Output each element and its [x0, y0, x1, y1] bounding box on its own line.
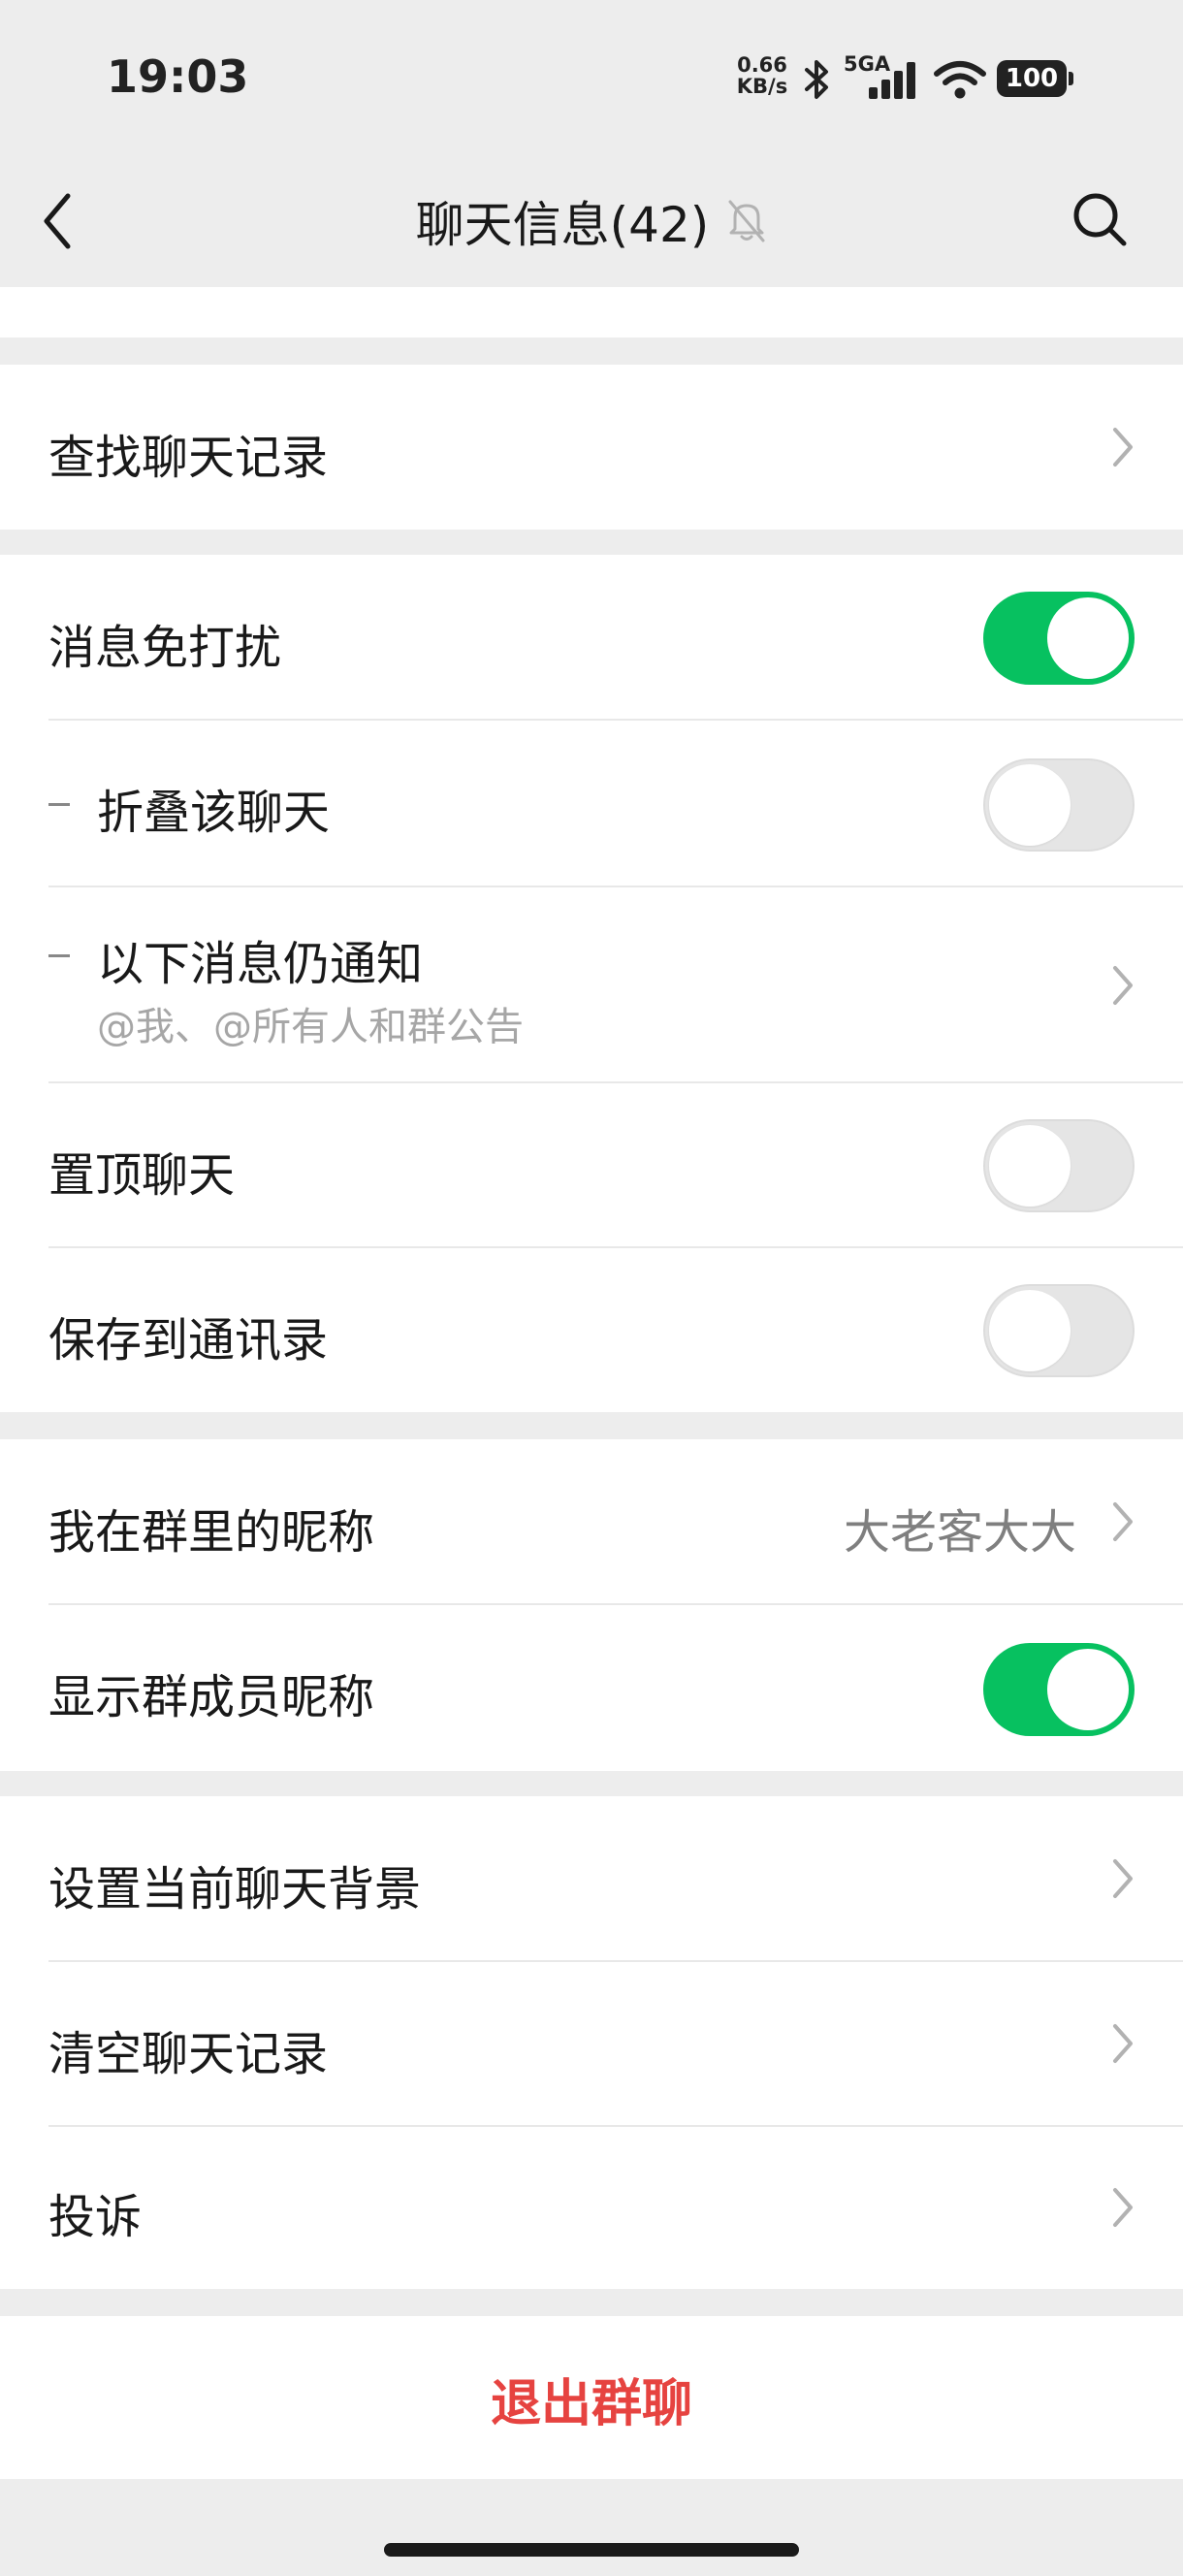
chevron-right-icon	[1113, 2024, 1133, 2063]
search-section: 查找聊天记录	[0, 365, 1183, 530]
report-row[interactable]: 投诉	[0, 2126, 1183, 2289]
actions-section: 设置当前聊天背景 清空聊天记录 投诉	[0, 1796, 1183, 2289]
chat-background-label: 设置当前聊天背景	[48, 1862, 422, 1916]
toggle-knob	[1047, 1649, 1129, 1730]
exit-group-button[interactable]: 退出群聊	[0, 2363, 1183, 2435]
show-member-names-row: 显示群成员昵称	[0, 1604, 1183, 1771]
fold-chat-toggle[interactable]	[983, 758, 1135, 852]
fold-chat-row: 折叠该聊天	[0, 720, 1183, 886]
home-indicator[interactable]	[384, 2543, 799, 2557]
net-speed: 0.66 KB/s	[733, 54, 791, 97]
still-notify-row[interactable]: 以下消息仍通知 @我、@所有人和群公告	[0, 886, 1183, 1082]
clear-history-label: 清空聊天记录	[48, 2027, 329, 2081]
page-title: 聊天信息(42)	[415, 197, 710, 253]
my-nickname-value: 大老客大大	[843, 1505, 1076, 1560]
members-section	[0, 287, 1183, 338]
toggle-knob	[989, 1125, 1071, 1207]
net-speed-value: 0.66	[737, 53, 787, 77]
search-icon[interactable]	[1071, 190, 1129, 248]
still-notify-label: 以下消息仍通知	[97, 937, 424, 991]
pin-chat-label: 置顶聊天	[48, 1148, 236, 1203]
toggle-knob	[1047, 597, 1129, 679]
net-speed-unit: KB/s	[736, 75, 788, 98]
my-nickname-row[interactable]: 我在群里的昵称 大老客大大	[0, 1439, 1183, 1604]
fold-chat-label: 折叠该聊天	[97, 786, 331, 840]
mute-label: 消息免打扰	[48, 621, 282, 675]
chevron-right-icon	[1113, 966, 1133, 1005]
bluetooth-icon	[805, 60, 828, 99]
status-bar: 19:03 0.66 KB/s 5GA 100	[0, 0, 1183, 155]
chevron-right-icon	[1113, 1502, 1133, 1541]
still-notify-subtext: @我、@所有人和群公告	[97, 1005, 524, 1049]
save-contacts-label: 保存到通讯录	[48, 1313, 329, 1368]
nav-bar: 聊天信息(42)	[0, 155, 1183, 287]
toggle-knob	[989, 764, 1071, 846]
search-history-label: 查找聊天记录	[48, 431, 329, 485]
pin-chat-toggle[interactable]	[983, 1119, 1135, 1212]
my-nickname-label: 我在群里的昵称	[48, 1505, 375, 1560]
pin-chat-row: 置顶聊天	[0, 1082, 1183, 1247]
mute-row: 消息免打扰	[0, 555, 1183, 720]
search-history-row[interactable]: 查找聊天记录	[0, 365, 1183, 530]
wifi-icon	[934, 61, 986, 99]
save-contacts-row: 保存到通讯录	[0, 1247, 1183, 1412]
indent-dash	[48, 803, 70, 806]
exit-section: 退出群聊	[0, 2316, 1183, 2479]
chevron-right-icon	[1113, 1859, 1133, 1898]
show-member-names-label: 显示群成员昵称	[48, 1670, 375, 1724]
nickname-section: 我在群里的昵称 大老客大大 显示群成员昵称	[0, 1439, 1183, 1771]
mute-toggle[interactable]	[983, 592, 1135, 685]
save-contacts-toggle[interactable]	[983, 1284, 1135, 1377]
notification-section: 消息免打扰 折叠该聊天 以下消息仍通知 @我、@所有人和群公告 置顶聊天 保存到…	[0, 555, 1183, 1412]
signal-icon	[869, 62, 915, 99]
clear-history-row[interactable]: 清空聊天记录	[0, 1961, 1183, 2126]
status-time: 19:03	[107, 50, 249, 103]
bell-off-icon	[728, 200, 765, 242]
show-member-names-toggle[interactable]	[983, 1643, 1135, 1736]
chevron-right-icon	[1113, 2188, 1133, 2227]
chat-background-row[interactable]: 设置当前聊天背景	[0, 1796, 1183, 1961]
toggle-knob	[989, 1290, 1071, 1371]
indent-dash	[48, 954, 70, 957]
report-label: 投诉	[48, 2190, 143, 2244]
chevron-right-icon	[1113, 428, 1133, 467]
battery-icon: 100	[997, 60, 1073, 97]
